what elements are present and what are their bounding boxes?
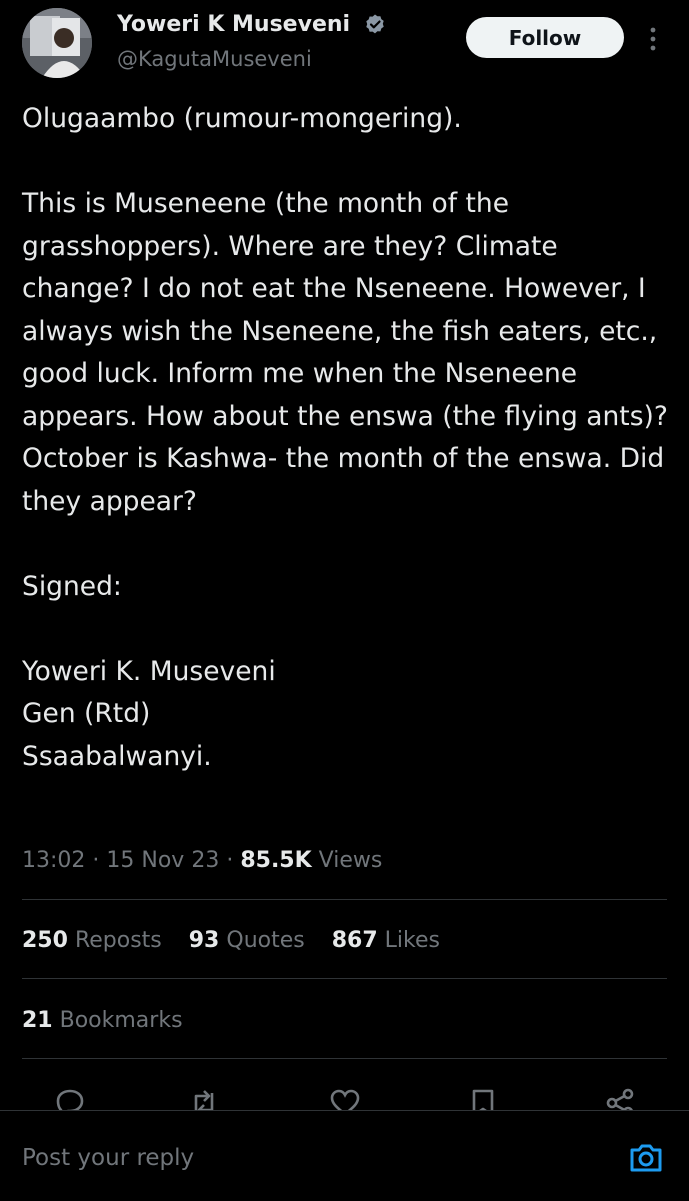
meta-separator: · bbox=[226, 848, 234, 873]
meta-separator: · bbox=[92, 848, 100, 873]
tweet-paragraph: This is Museneene (the month of the gras… bbox=[22, 188, 668, 517]
reply-composer: Post your reply bbox=[0, 1110, 689, 1201]
likes-stat[interactable]: 867 Likes bbox=[332, 928, 440, 953]
likes-count: 867 bbox=[331, 928, 378, 953]
camera-icon[interactable] bbox=[626, 1138, 666, 1178]
more-vertical-icon[interactable] bbox=[645, 24, 661, 54]
signature-line: Gen (Rtd) bbox=[22, 698, 151, 729]
tweet-metadata: 13:02 · 15 Nov 23 · 85.5K Views bbox=[22, 846, 382, 876]
author-display-name[interactable]: Yoweri K Museveni bbox=[117, 10, 350, 40]
tweet-date[interactable]: 15 Nov 23 bbox=[106, 848, 219, 873]
signature-line: Ssaabalwanyi. bbox=[22, 740, 212, 772]
reposts-stat[interactable]: 250 Reposts bbox=[22, 928, 162, 953]
tweet-text: Olugaambo (rumour-mongering). This is Mu… bbox=[22, 98, 672, 778]
tweet-header: Yoweri K Museveni @KagutaMuseveni Follow bbox=[0, 0, 689, 90]
reply-icon[interactable] bbox=[53, 1086, 87, 1110]
reposts-count: 250 bbox=[22, 928, 68, 953]
quotes-stat[interactable]: 93 Quotes bbox=[189, 928, 305, 953]
bookmark-icon[interactable] bbox=[466, 1086, 500, 1110]
avatar-image bbox=[22, 8, 92, 78]
bookmarks-label: Bookmarks bbox=[59, 1008, 183, 1033]
views-count[interactable]: 85.5K bbox=[240, 848, 311, 873]
bookmarks-stat[interactable]: 21 Bookmarks bbox=[22, 1006, 183, 1036]
quotes-count: 93 bbox=[188, 928, 220, 953]
divider bbox=[22, 1058, 667, 1059]
reposts-label: Reposts bbox=[74, 928, 162, 953]
tweet-paragraph: Signed: bbox=[22, 570, 122, 602]
tweet-time[interactable]: 13:02 bbox=[22, 848, 85, 873]
tweet-paragraph: Olugaambo (rumour-mongering). bbox=[22, 103, 462, 134]
avatar[interactable] bbox=[22, 8, 92, 78]
quotes-label: Quotes bbox=[226, 928, 305, 953]
author-handle[interactable]: @KagutaMuseveni bbox=[117, 44, 312, 74]
divider bbox=[22, 899, 667, 900]
bookmarks-count: 21 bbox=[22, 1008, 53, 1033]
views-label: Views bbox=[318, 848, 383, 873]
likes-label: Likes bbox=[384, 928, 440, 953]
share-icon[interactable] bbox=[603, 1086, 637, 1110]
like-icon[interactable] bbox=[328, 1086, 362, 1110]
signature-line: Yoweri K. Museveni bbox=[22, 655, 276, 687]
signature-block: Yoweri K. Museveni Gen (Rtd) Ssaabalwany… bbox=[22, 651, 672, 779]
engagement-stats: 250 Reposts 93 Quotes 867 Likes bbox=[22, 926, 460, 956]
reply-input[interactable]: Post your reply bbox=[22, 1143, 194, 1173]
tweet-action-bar bbox=[0, 1078, 689, 1110]
divider bbox=[22, 978, 667, 979]
follow-button[interactable]: Follow bbox=[466, 17, 624, 58]
repost-icon[interactable] bbox=[187, 1086, 221, 1110]
verified-badge-icon bbox=[366, 14, 384, 34]
